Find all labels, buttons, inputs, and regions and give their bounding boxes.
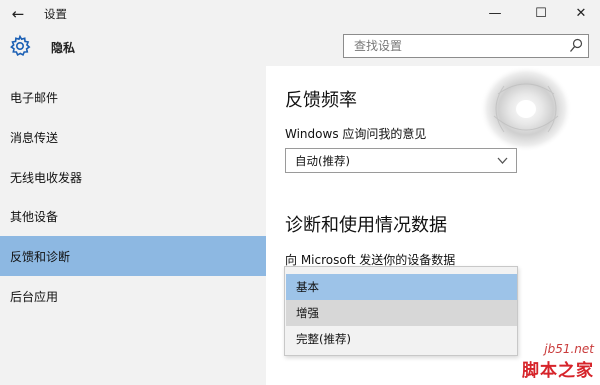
maximize-icon: ☐ [535,5,547,21]
chevron-down-icon [497,157,508,164]
maximize-button[interactable]: ☐ [526,0,556,26]
window-title: 设置 [44,7,67,21]
back-arrow-icon: ← [11,5,25,23]
watermark: jb51.net 脚本之家 [522,342,594,381]
close-button[interactable]: ✕ [566,0,596,26]
dropdown-option-enhanced[interactable]: 增强 [286,300,517,326]
sidebar-item-label: 反馈和诊断 [10,249,71,264]
search-icon[interactable] [569,38,583,54]
gear-icon [10,34,31,57]
back-button[interactable]: ← [4,2,32,26]
section-title: 隐私 [51,41,76,55]
sidebar: 电子邮件 消息传送 无线电收发器 其他设备 反馈和诊断 后台应用 [0,66,266,385]
sidebar-item-feedback-diagnostics[interactable]: 反馈和诊断 [0,236,266,276]
settings-header: 隐私 [0,28,600,66]
diagnostics-dropdown-list: 基本 增强 完整(推荐) [284,266,518,356]
dropdown-option-label: 基本 [296,280,319,294]
sidebar-item-messaging[interactable]: 消息传送 [0,117,266,157]
sidebar-item-email[interactable]: 电子邮件 [0,77,266,117]
feedback-frequency-label: Windows 应询问我的意见 [285,127,427,141]
sidebar-item-label: 无线电收发器 [10,170,83,185]
decorative-swirl-image [480,66,572,152]
dropdown-option-label: 增强 [296,306,319,320]
feedback-frequency-select[interactable]: 自动(推荐) [285,148,517,173]
dropdown-option-basic[interactable]: 基本 [286,274,517,300]
sidebar-item-other-devices[interactable]: 其他设备 [0,196,266,236]
close-icon: ✕ [575,5,587,21]
sidebar-item-background-apps[interactable]: 后台应用 [0,276,266,316]
diagnostics-heading: 诊断和使用情况数据 [285,215,447,236]
sidebar-item-label: 其他设备 [10,209,59,224]
sidebar-item-label: 后台应用 [10,289,59,304]
sidebar-item-label: 消息传送 [10,130,59,145]
title-bar: ← 设置 — ☐ ✕ [0,0,600,28]
minimize-button[interactable]: — [480,0,510,26]
dropdown-option-full[interactable]: 完整(推荐) [286,326,517,352]
feedback-frequency-heading: 反馈频率 [285,90,357,111]
search-input[interactable] [344,35,554,57]
dropdown-option-label: 完整(推荐) [296,332,351,346]
sidebar-item-radios[interactable]: 无线电收发器 [0,157,266,197]
feedback-frequency-value: 自动(推荐) [295,153,350,168]
sidebar-item-label: 电子邮件 [10,90,59,105]
watermark-brand: 脚本之家 [522,361,594,381]
minimize-icon: — [488,5,502,21]
search-box[interactable] [343,34,589,58]
watermark-url: jb51.net [544,342,594,356]
